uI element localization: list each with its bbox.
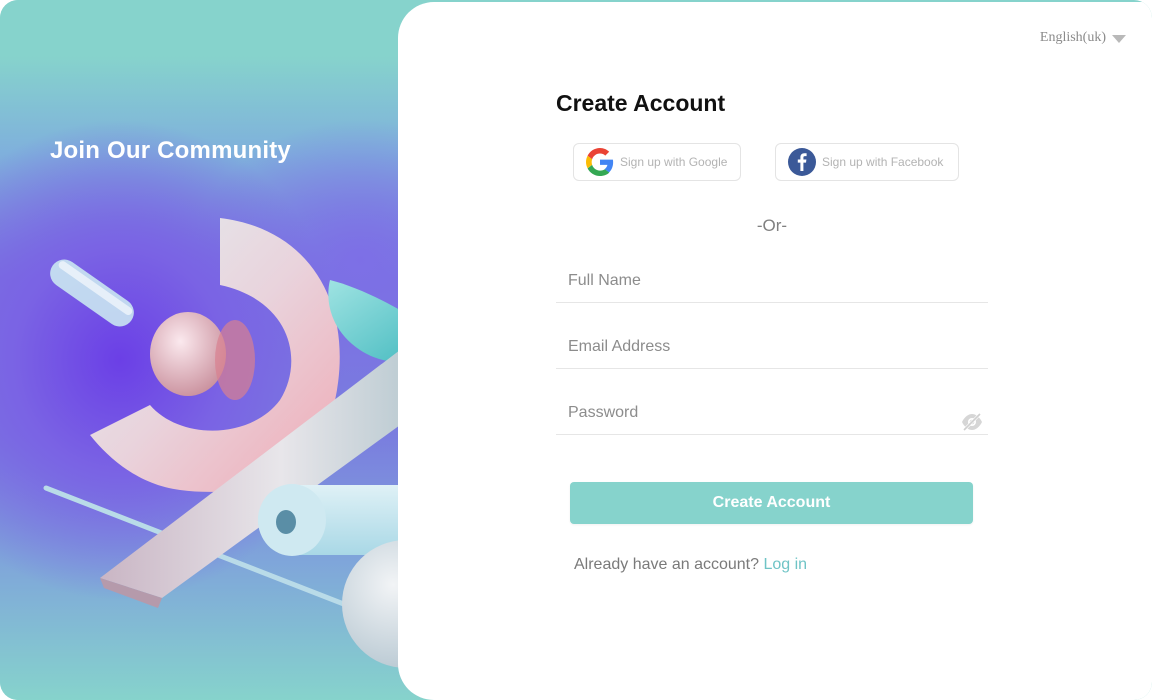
eye-off-icon[interactable]: [960, 412, 984, 432]
full-name-input[interactable]: [556, 269, 948, 293]
hero-panel: Join Our Community: [0, 0, 503, 700]
full-name-field: [556, 258, 988, 303]
facebook-signup-label: Sign up with Facebook: [822, 155, 944, 169]
login-prompt-row: Already have an account? Log in: [574, 556, 807, 574]
facebook-icon: [788, 148, 816, 176]
language-selector[interactable]: English(uk): [1040, 30, 1126, 46]
create-account-button[interactable]: Create Account: [570, 482, 973, 524]
chevron-down-icon: [1112, 35, 1126, 43]
page-title: Create Account: [556, 90, 726, 116]
login-link[interactable]: Log in: [763, 556, 807, 573]
language-label: English(uk): [1039, 30, 1106, 45]
facebook-signup-button[interactable]: Sign up with Facebook: [775, 143, 959, 181]
page-frame: Join Our Community English(uk) Create Ac…: [0, 0, 1152, 700]
google-signup-button[interactable]: Sign up with Google: [573, 143, 741, 181]
login-prompt-text: Already have an account?: [574, 556, 760, 573]
password-input[interactable]: [556, 401, 948, 425]
or-divider: -Or-: [756, 216, 788, 235]
email-field: [556, 324, 988, 369]
google-icon: [586, 148, 614, 176]
signup-panel: English(uk) Create Account Sign up with …: [398, 2, 1152, 700]
hero-title: Join Our Community: [50, 137, 291, 164]
google-signup-label: Sign up with Google: [620, 155, 728, 169]
email-input[interactable]: [556, 335, 948, 359]
password-field: [556, 390, 988, 435]
